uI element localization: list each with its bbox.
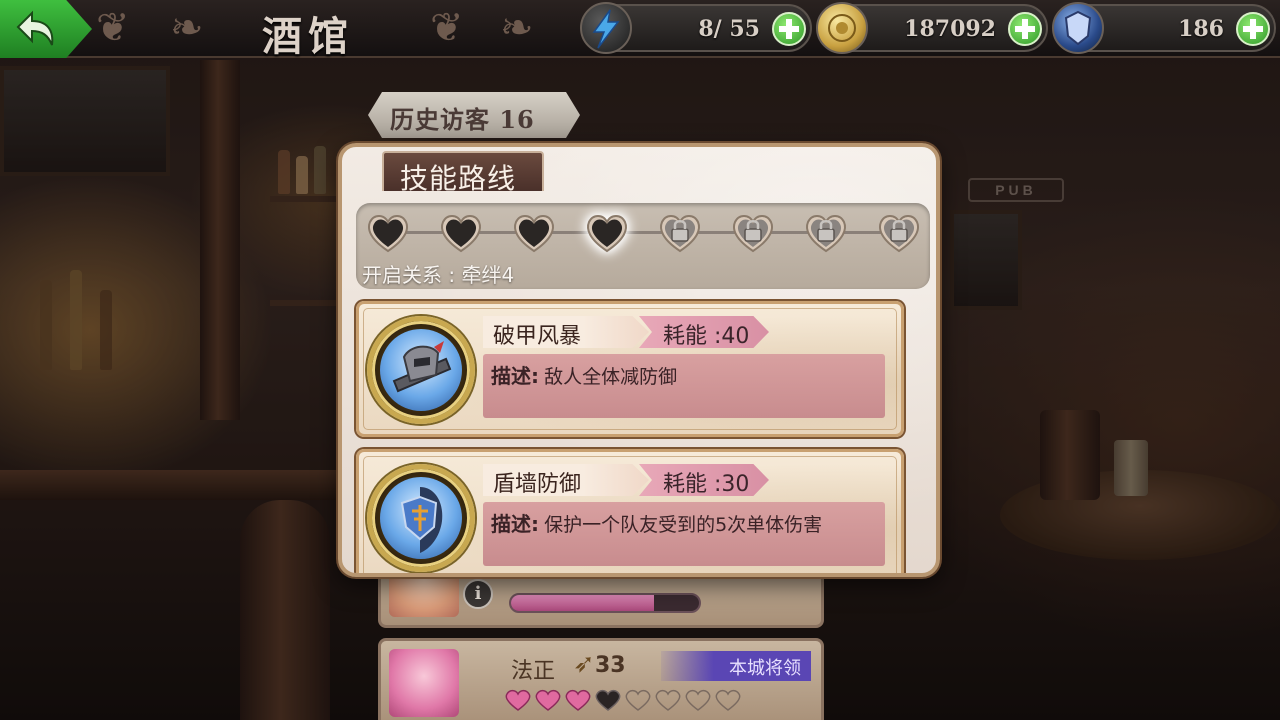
heart-icon: [505, 689, 531, 711]
heart-icon: [565, 689, 591, 711]
crest-icon: [1052, 2, 1104, 54]
heart-icon: [715, 689, 741, 711]
lock-icon: [733, 215, 773, 253]
crest-value: 186: [1178, 16, 1224, 42]
info-button[interactable]: i: [463, 579, 493, 609]
panel-title: 技能路线: [400, 162, 517, 195]
page-title: 酒馆: [262, 13, 354, 60]
back-arrow-icon: [16, 10, 54, 46]
bow-icon: ➶: [573, 649, 595, 679]
energy-value: 8/ 55: [698, 16, 760, 42]
left-ornament: ❦: [96, 5, 130, 51]
shield-wall-icon: [380, 477, 462, 559]
panel-title-tab: 技能路线: [382, 151, 544, 195]
heart-icon: [595, 689, 621, 711]
lock-icon: [879, 215, 919, 253]
skill-cost: 耗能 :40: [663, 324, 750, 349]
hero-progress-bar: [509, 593, 701, 613]
bond-route: 开启关系 : 牵绊4: [356, 203, 930, 289]
skill-card[interactable]: 破甲风暴 耗能 :40 描述: 敌人全体减防御: [356, 301, 904, 437]
gold-resource: 187092: [816, 2, 1048, 54]
energy-resource: 8/ 55: [580, 2, 812, 54]
skill-description: 描述: 敌人全体减防御: [483, 354, 885, 418]
hero-status-tag: 本城将领: [661, 651, 811, 681]
skill-icon-frame: [367, 464, 475, 572]
heart-icon: [441, 215, 481, 253]
add-gold-button[interactable]: [1008, 12, 1042, 46]
relation-unlock-text: 开启关系 : 牵绊4: [362, 263, 515, 287]
heart-icon: [587, 215, 627, 253]
right-ornament: ❦: [430, 5, 464, 51]
armor-break-icon: [380, 329, 462, 411]
skill-name: 盾墙防御: [493, 472, 582, 497]
hero-name: 法正: [511, 659, 556, 684]
skill-description: 描述: 保护一个队友受到的5次单体伤害: [483, 502, 885, 566]
skill-description-text: 敌人全体减防御: [544, 366, 678, 388]
skill-name-bar: 盾墙防御: [483, 464, 649, 496]
heart-icon: [514, 215, 554, 253]
lock-icon: [806, 215, 846, 253]
crest-resource: 186: [1052, 2, 1276, 54]
hero-bond-hearts: [505, 689, 741, 711]
hero-card[interactable]: 法正 ➶ 33 本城将领: [378, 638, 824, 720]
left-ornament: ❧: [170, 5, 204, 51]
locked-heart-node[interactable]: [658, 211, 702, 255]
skill-icon-frame: [367, 316, 475, 424]
hero-progress-fill: [511, 595, 654, 611]
heart-icon: [535, 689, 561, 711]
skill-description-text: 保护一个队友受到的5次单体伤害: [544, 514, 823, 536]
heart-icon: [368, 215, 408, 253]
skill-route-panel: 技能路线 开启关系 : 牵绊4 破甲风暴 耗能 :40 描述: 敌人全体减防御 …: [338, 143, 940, 577]
bond-heart-node[interactable]: [366, 211, 410, 255]
hero-level: 33: [595, 653, 626, 678]
locked-heart-node[interactable]: [877, 211, 921, 255]
skill-cost-bar: 耗能 :40: [639, 316, 769, 348]
bond-heart-node[interactable]: [439, 211, 483, 255]
skill-cost: 耗能 :30: [663, 472, 750, 497]
heart-icon: [685, 689, 711, 711]
heart-icon: [655, 689, 681, 711]
lock-icon: [660, 215, 700, 253]
locked-heart-node[interactable]: [804, 211, 848, 255]
gold-value: 187092: [904, 16, 996, 42]
bond-heart-node[interactable]: [585, 211, 629, 255]
history-visitor-label: 历史访客 16: [390, 105, 535, 134]
hero-portrait: [389, 649, 459, 717]
skill-card[interactable]: 盾墙防御 耗能 :30 描述: 保护一个队友受到的5次单体伤害: [356, 449, 904, 573]
lightning-icon: [580, 2, 632, 54]
history-visitor-tab[interactable]: 历史访客 16: [368, 92, 580, 138]
skill-name: 破甲风暴: [493, 324, 582, 349]
skill-description-label: 描述:: [491, 364, 539, 388]
add-energy-button[interactable]: [772, 12, 806, 46]
back-button[interactable]: [0, 0, 92, 58]
skill-name-bar: 破甲风暴: [483, 316, 649, 348]
bond-heart-node[interactable]: [512, 211, 556, 255]
skill-cost-bar: 耗能 :30: [639, 464, 769, 496]
top-bar: ❦ ❧ 酒馆 ❦ ❧ 8/ 55 187092 186: [0, 0, 1280, 60]
add-crest-button[interactable]: [1236, 12, 1270, 46]
gold-coin-icon: [816, 2, 868, 54]
skill-description-label: 描述:: [491, 512, 539, 536]
heart-icon: [625, 689, 651, 711]
right-ornament: ❧: [500, 5, 534, 51]
locked-heart-node[interactable]: [731, 211, 775, 255]
